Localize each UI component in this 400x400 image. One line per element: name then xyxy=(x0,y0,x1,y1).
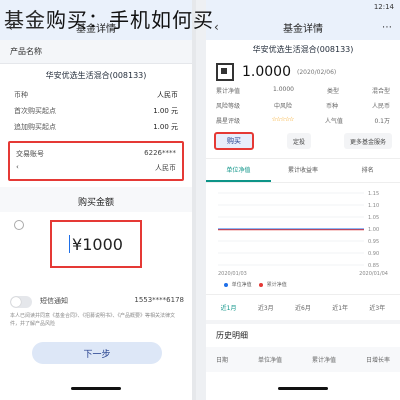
left-phone-screen: ‹ 基金详情 产品名称 华安优选生活混合(008133) 币种 人民币 首次购买… xyxy=(0,0,196,400)
field-row: 首次购买起点 1.00 元 xyxy=(0,103,192,119)
sms-notice-value: 1553****6178 xyxy=(134,296,184,304)
info-value: 混合型 xyxy=(371,88,390,95)
status-bar: 12:14 xyxy=(206,0,400,14)
fund-name: 华安优选生活混合(008133) xyxy=(252,45,354,54)
agreement-text: 本人已阅读并同意《基金合同》、《招募说明书》、《产品概要》等相关法律文件，并了解… xyxy=(10,313,176,327)
radio-icon[interactable] xyxy=(14,220,24,230)
right-phone-screen: 12:14 ‹ 基金详情 ⋯ 华安优选生活混合(008133) 1.0000 (… xyxy=(206,0,400,400)
fixed-invest-button[interactable]: 定投 xyxy=(286,133,311,149)
qr-code-icon[interactable] xyxy=(216,63,234,81)
history-col: 累计净值 xyxy=(311,357,336,364)
info-value: 人民币 xyxy=(371,103,390,110)
tab-cumulative-return[interactable]: 累计收益率 xyxy=(271,159,336,182)
amount-section-title: 购买金额 xyxy=(0,187,192,212)
history-col: 日增长率 xyxy=(365,357,390,364)
info-label: 类型 xyxy=(326,88,339,95)
info-label: 累计净值 xyxy=(216,88,241,95)
nav-date: (2020/02/06) xyxy=(297,68,337,76)
y-tick-label: 1.15 xyxy=(368,191,379,197)
amount-value: ¥1000 xyxy=(72,234,123,254)
range-tab[interactable]: 近3年 xyxy=(369,303,385,312)
chart-date: 2020/01/04 xyxy=(359,271,388,277)
info-label: 币种 xyxy=(325,103,338,110)
info-label: 风险等级 xyxy=(216,103,241,110)
range-tab[interactable]: 近1月 xyxy=(221,303,237,312)
next-button[interactable]: 下一步 xyxy=(32,342,162,364)
nav-value: 1.0000 xyxy=(242,64,291,80)
field-label: 币种 xyxy=(14,91,28,99)
field-row: 币种 人民币 xyxy=(0,87,192,103)
page-title: 基金详情 xyxy=(283,23,323,35)
field-label: 首次购买起点 xyxy=(14,107,56,115)
legend-dot-red xyxy=(259,282,264,287)
sms-toggle[interactable] xyxy=(10,296,32,308)
y-tick-label: 1.05 xyxy=(368,215,379,221)
screenshot-root: 基金 基金购买：手机如何买 ‹ 基金详情 产品名称 华安优选生活混合(00813… xyxy=(0,0,400,400)
currency-label: 人民币 xyxy=(155,164,176,172)
home-indicator xyxy=(278,387,328,390)
y-tick-label: 1.00 xyxy=(368,227,379,233)
info-value: 0.1万 xyxy=(374,118,390,125)
field-value: 人民币 xyxy=(157,91,178,99)
nav-block: 1.0000 (2020/02/06) xyxy=(206,61,400,83)
buy-button[interactable]: 购买 xyxy=(214,132,254,150)
rating-stars: ☆☆☆☆☆ xyxy=(271,116,295,123)
y-tick-label: 0.85 xyxy=(368,263,379,269)
back-arrow-icon[interactable]: ‹ xyxy=(214,20,219,34)
title-bar: ‹ 基金详情 ⋯ xyxy=(206,14,400,40)
text-cursor xyxy=(69,235,71,253)
status-time: 12:14 xyxy=(373,3,394,11)
headline: 基金 基金购买：手机如何买 xyxy=(4,4,214,33)
tab-rank[interactable]: 排名 xyxy=(335,159,400,182)
trade-account-label: 交易账号 xyxy=(16,150,44,158)
info-row: 风险等级 中风险 币种 人民币 xyxy=(206,98,400,113)
action-row: 购买 定投 更多基金服务 xyxy=(206,128,400,154)
legend-dot-blue xyxy=(224,282,228,287)
y-tick-label: 0.90 xyxy=(368,251,379,257)
info-label: 人气值 xyxy=(324,118,343,125)
fund-name: 华安优选生活混合(008133) xyxy=(45,71,147,80)
y-tick-label: 1.10 xyxy=(368,203,379,209)
chevron-left-icon: ‹ xyxy=(16,163,19,171)
sms-notice-row: 短信通知 1553****6178 xyxy=(40,296,184,306)
chart-date: 2020/01/03 xyxy=(218,271,247,277)
history-col: 日期 xyxy=(216,357,229,364)
field-value: 1.00 元 xyxy=(153,107,178,115)
section-fund-header: 产品名称 xyxy=(0,40,192,64)
legend-item: 单位净值 xyxy=(231,282,252,288)
more-services-button[interactable]: 更多基金服务 xyxy=(343,133,392,149)
field-row: 追加购买起点 1.00 元 xyxy=(0,119,192,135)
info-row: 累计净值 1.0000 类型 混合型 xyxy=(206,83,400,98)
range-tab[interactable]: 近3月 xyxy=(258,303,274,312)
history-title: 历史明细 xyxy=(206,320,400,347)
sms-notice-label: 短信通知 xyxy=(40,297,68,305)
headline-ghost: 基金 xyxy=(4,8,46,32)
field-value: 1.00 元 xyxy=(153,123,178,131)
history-col: 单位净值 xyxy=(257,357,282,364)
tab-unit-nav[interactable]: 单位净值 xyxy=(206,159,271,182)
more-icon[interactable]: ⋯ xyxy=(382,22,392,33)
range-tabs: 近1月 近3月 近6月 近1年 近3年 xyxy=(206,294,400,320)
field-label: 追加购买起点 xyxy=(14,123,56,131)
y-tick-label: 0.95 xyxy=(368,239,379,245)
range-tab[interactable]: 近6月 xyxy=(295,303,311,312)
legend-item: 累计净值 xyxy=(266,282,287,288)
history-header: 日期 单位净值 累计净值 日增长率 xyxy=(206,347,400,372)
nav-chart-svg: 1.15 1.10 1.05 1.00 0.95 0.90 0.85 xyxy=(218,191,379,269)
amount-input[interactable]: ¥1000 xyxy=(50,220,142,268)
range-tab[interactable]: 近1年 xyxy=(332,303,348,312)
info-value: 1.0000 xyxy=(273,86,294,93)
currency-row: ‹ 人民币 xyxy=(16,161,176,175)
nav-chart: 1.15 1.10 1.05 1.00 0.95 0.90 0.85 xyxy=(214,189,392,269)
chart-legend: 单位净值 累计净值 xyxy=(206,279,400,290)
info-row: 晨星评级 ☆☆☆☆☆ 人气值 0.1万 xyxy=(206,113,400,128)
home-indicator xyxy=(71,387,121,390)
trade-account-selector[interactable]: 交易账号 6226**** ‹ 人民币 xyxy=(8,141,184,181)
trade-account-value: 6226**** xyxy=(144,149,176,157)
chart-tabs: 单位净值 累计收益率 排名 xyxy=(206,158,400,183)
trade-account-row: 交易账号 6226**** xyxy=(16,147,176,161)
info-label: 晨星评级 xyxy=(216,118,241,125)
info-value: 中风险 xyxy=(273,103,292,110)
chart-date-row: 2020/01/03 2020/01/04 xyxy=(206,269,400,279)
